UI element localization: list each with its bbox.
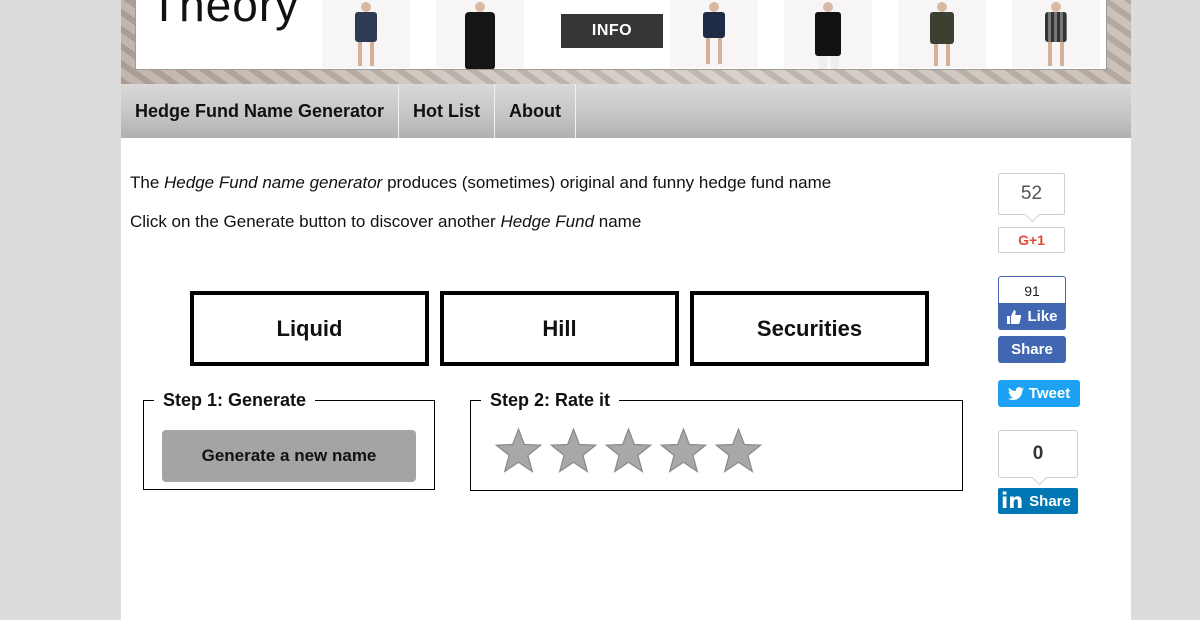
gplus-count: 52 xyxy=(998,173,1065,215)
product-image[interactable] xyxy=(322,0,410,68)
product-image[interactable] xyxy=(670,0,758,68)
main-nav: Hedge Fund Name Generator Hot List About xyxy=(121,84,1131,138)
generate-button[interactable]: Generate a new name xyxy=(162,430,416,482)
product-image[interactable] xyxy=(784,0,872,69)
name-word-2: Hill xyxy=(440,291,679,366)
linkedin-count: 0 xyxy=(998,430,1078,478)
intro-text: The Hedge Fund name generator produces (… xyxy=(130,172,831,250)
banner: Theory INFO xyxy=(121,0,1131,84)
page: Theory INFO Hedge Fund Name Generator Ho… xyxy=(121,0,1131,620)
star-icon[interactable] xyxy=(603,427,654,475)
product-image[interactable] xyxy=(898,0,986,68)
nav-hot-list[interactable]: Hot List xyxy=(399,84,496,138)
linkedin-share-button[interactable]: in Share xyxy=(998,488,1078,514)
step-1-generate: Step 1: Generate Generate a new name xyxy=(143,390,435,490)
step-2-legend: Step 2: Rate it xyxy=(490,390,611,410)
name-word-3: Securities xyxy=(690,291,929,366)
twitter-bird-icon xyxy=(1007,386,1024,400)
nav-hedge-fund-name-generator[interactable]: Hedge Fund Name Generator xyxy=(121,84,400,138)
gplus-button[interactable]: G+1 xyxy=(998,227,1065,253)
facebook-like-button[interactable]: Like xyxy=(998,303,1066,330)
step-1-legend: Step 1: Generate xyxy=(163,390,307,410)
brand-logo: Theory xyxy=(150,0,300,31)
star-rating xyxy=(493,427,764,475)
product-image[interactable] xyxy=(436,0,524,69)
name-word-1: Liquid xyxy=(190,291,429,366)
star-icon[interactable] xyxy=(548,427,599,475)
star-icon[interactable] xyxy=(713,427,764,475)
product-image[interactable] xyxy=(1012,0,1100,68)
info-button[interactable]: INFO xyxy=(561,14,663,48)
generated-name: Liquid Hill Securities xyxy=(190,291,929,366)
tweet-label: Tweet xyxy=(1028,385,1071,402)
nav-about[interactable]: About xyxy=(495,84,577,138)
advertisement[interactable]: Theory INFO xyxy=(135,0,1107,70)
step-2-rate: Step 2: Rate it xyxy=(470,390,963,491)
facebook-count: 91 xyxy=(998,276,1066,304)
linkedin-icon: in xyxy=(1001,488,1024,513)
star-icon[interactable] xyxy=(493,427,544,475)
facebook-like-label: Like xyxy=(1027,308,1058,325)
intro-line-1: The Hedge Fund name generator produces (… xyxy=(130,173,832,192)
facebook-share-button[interactable]: Share xyxy=(998,336,1066,363)
star-icon[interactable] xyxy=(658,427,709,475)
thumbs-up-icon xyxy=(1007,309,1022,324)
intro-line-2: Click on the Generate button to discover… xyxy=(130,212,642,231)
tweet-button[interactable]: Tweet xyxy=(998,380,1080,407)
linkedin-share-label: Share xyxy=(1029,492,1071,510)
